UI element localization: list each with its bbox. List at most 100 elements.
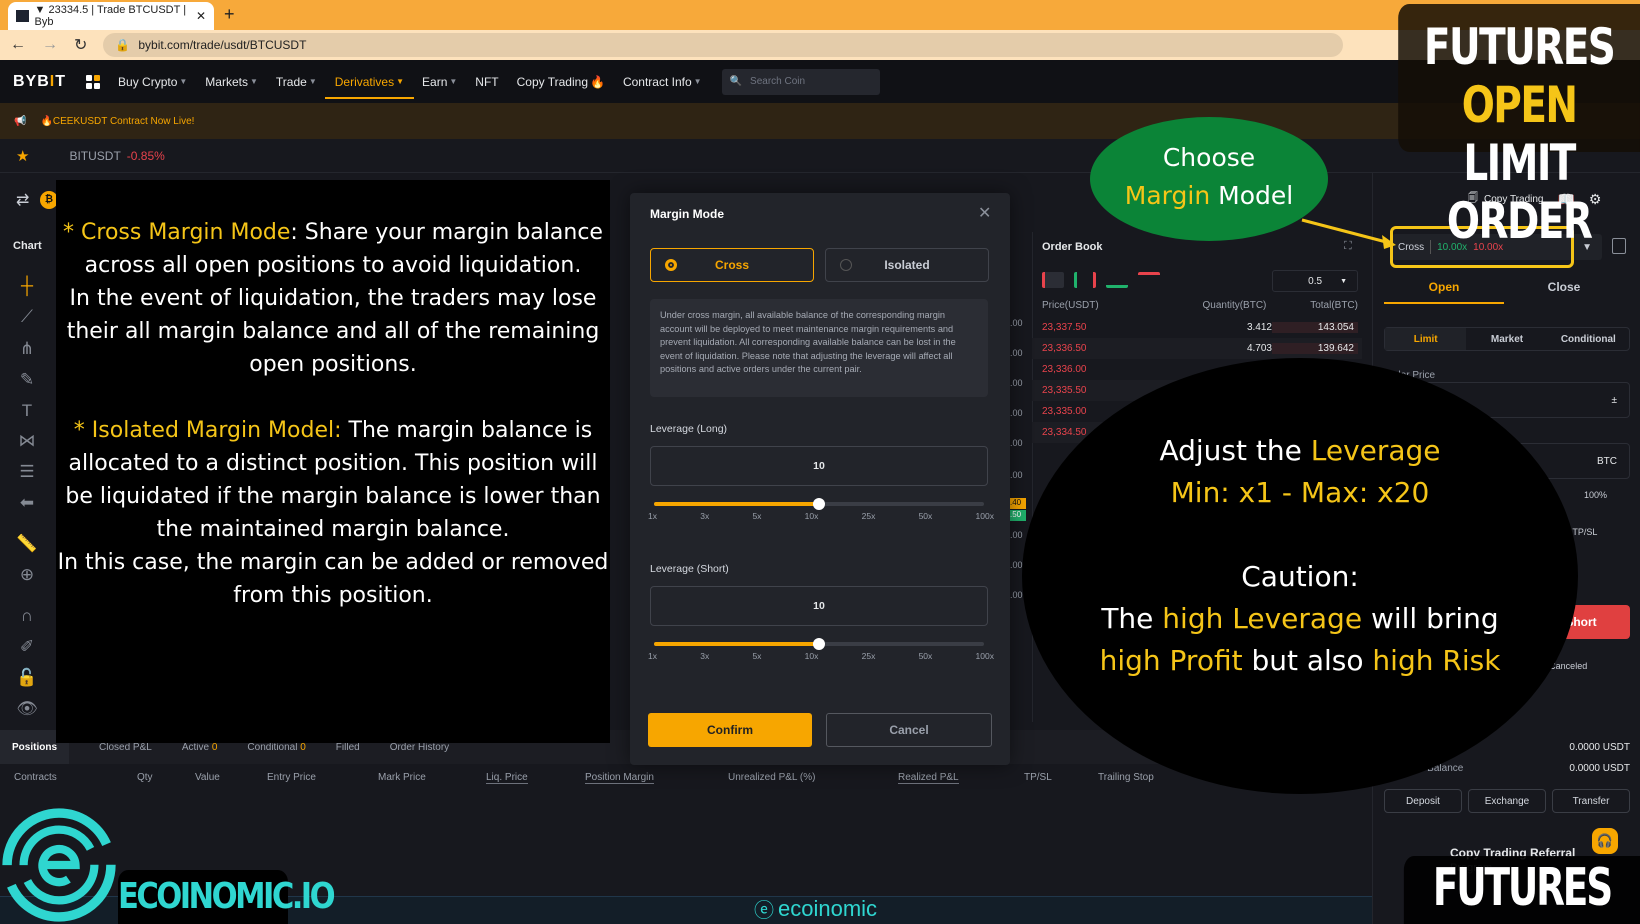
url-text: bybit.com/trade/usdt/BTCUSDT xyxy=(138,38,307,52)
tab-order-history[interactable]: Order History xyxy=(390,742,449,753)
choose-margin-callout: Choose Margin Model xyxy=(1090,117,1328,241)
transfer-button[interactable]: Transfer xyxy=(1552,789,1630,813)
leverage-long-input[interactable]: 10 xyxy=(650,446,988,486)
tick-label[interactable]: 1x xyxy=(648,511,657,521)
tick-label[interactable]: 3x xyxy=(700,651,709,661)
nav-earn[interactable]: Earn ▼ xyxy=(422,60,457,103)
search-coin-input[interactable]: 🔍 Search Coin xyxy=(721,68,880,95)
mode-description: Under cross margin, all available balanc… xyxy=(650,299,988,397)
tick-label[interactable]: 25x xyxy=(862,651,876,661)
cancel-button[interactable]: Cancel xyxy=(826,713,992,747)
announcement-text[interactable]: 🔥CEEKUSDT Contract Now Live! xyxy=(40,116,194,127)
order-book-row[interactable]: 23,336.50 4.703 139.642 xyxy=(1032,338,1362,359)
announcement-bar[interactable]: 📢 🔥CEEKUSDT Contract Now Live! xyxy=(0,103,1640,139)
view-bids-icon[interactable] xyxy=(1106,272,1128,288)
option-cross[interactable]: Cross xyxy=(650,248,814,282)
leverage-short-slider[interactable] xyxy=(654,638,984,650)
tick-label[interactable]: 10x xyxy=(805,511,819,521)
leverage-short-input[interactable]: 10 xyxy=(650,586,988,626)
tab-close[interactable]: Close xyxy=(1504,280,1624,304)
precision-select[interactable]: 0.5 ▼ xyxy=(1272,270,1358,292)
nav-markets[interactable]: Markets ▼ xyxy=(205,60,258,103)
bybit-favicon-icon xyxy=(16,10,29,22)
leverage-long-ticks: 1x 3x 5x 10x 25x 50x 100x xyxy=(648,511,994,521)
unlock-icon[interactable]: 🔓 xyxy=(16,667,38,689)
pitchfork-icon[interactable]: ⋔ xyxy=(16,338,38,360)
swap-icon[interactable]: ⇄ xyxy=(16,190,29,210)
confirm-button[interactable]: Confirm xyxy=(648,713,812,747)
tick-label[interactable]: 5x xyxy=(752,511,761,521)
text-tool-icon[interactable]: T xyxy=(16,400,38,422)
tick-label[interactable]: 50x xyxy=(919,651,933,661)
nav-buy-crypto[interactable]: Buy Crypto ▼ xyxy=(118,60,187,103)
measure-fib-icon[interactable]: ☰ xyxy=(16,461,38,483)
tab-filled[interactable]: Filled xyxy=(336,742,360,753)
back-icon[interactable]: ← xyxy=(10,36,26,54)
order-type-tabs: Limit Market Conditional xyxy=(1384,327,1630,351)
tick-label[interactable]: 100x xyxy=(976,651,994,661)
reload-icon[interactable]: ↻ xyxy=(74,35,87,55)
tick-label[interactable]: 1x xyxy=(648,651,657,661)
order-book-row[interactable]: 23,337.50 3.412 143.054 xyxy=(1032,317,1362,338)
tick-label[interactable]: 25x xyxy=(862,511,876,521)
chart-tab[interactable]: Chart xyxy=(13,240,42,252)
browser-tab[interactable]: ▼ 23334.5 | Trade BTCUSDT | Byb ✕ xyxy=(8,2,214,30)
col-realized-pnl[interactable]: Realized P&L xyxy=(898,772,959,784)
address-bar[interactable]: 🔒 bybit.com/trade/usdt/BTCUSDT xyxy=(103,33,1344,57)
option-isolated[interactable]: Isolated xyxy=(825,248,989,282)
tick-label[interactable]: 3x xyxy=(700,511,709,521)
close-icon[interactable]: ✕ xyxy=(978,203,991,223)
price-axis-label: .00 xyxy=(1010,378,1023,388)
exchange-button[interactable]: Exchange xyxy=(1468,789,1546,813)
trendline-icon[interactable]: ⟋ xyxy=(16,306,38,328)
wallet-buttons: Deposit Exchange Transfer xyxy=(1384,789,1630,813)
tab-active[interactable]: Active 0 xyxy=(182,742,218,753)
ruler-icon[interactable]: 📏 xyxy=(16,533,38,555)
price-axis-label: .00 xyxy=(1010,318,1023,328)
close-tab-icon[interactable]: ✕ xyxy=(196,9,206,23)
view-asks-icon[interactable] xyxy=(1138,272,1160,288)
nav-trade[interactable]: Trade ▼ xyxy=(276,60,317,103)
support-headset-icon[interactable]: 🎧 xyxy=(1592,828,1618,854)
nav-nft[interactable]: NFT xyxy=(475,60,498,103)
magnet-icon[interactable]: ∩ xyxy=(16,605,38,627)
tab-conditional[interactable]: Conditional xyxy=(1548,328,1629,350)
back-arrow-icon[interactable]: ⬅ xyxy=(16,492,38,514)
tick-label[interactable]: 5x xyxy=(752,651,761,661)
tab-conditional[interactable]: Conditional 0 xyxy=(247,742,305,753)
eye-icon[interactable]: 👁 xyxy=(16,698,38,720)
brand-watermark: ⓔ ecoinomic xyxy=(754,895,878,923)
star-icon[interactable]: ★ xyxy=(16,147,29,165)
col-trailing-stop: Trailing Stop xyxy=(1098,772,1154,783)
percent-100[interactable]: 100% xyxy=(1584,490,1607,500)
deposit-button[interactable]: Deposit xyxy=(1384,789,1462,813)
ecoinomic-small-icon: ⓔ xyxy=(754,900,774,922)
view-split-icon[interactable] xyxy=(1074,272,1096,288)
tab-market[interactable]: Market xyxy=(1466,328,1547,350)
bybit-logo[interactable]: BYBIT xyxy=(13,73,66,91)
tab-open[interactable]: Open xyxy=(1384,280,1504,304)
nav-contract-info[interactable]: Contract Info ▼ xyxy=(623,60,702,103)
tab-limit[interactable]: Limit xyxy=(1385,328,1467,350)
crosshair-icon[interactable]: ┼ xyxy=(16,275,38,297)
zoom-in-icon[interactable]: ⊕ xyxy=(16,564,38,586)
leverage-long-slider[interactable] xyxy=(654,498,984,510)
col-contracts[interactable]: Contracts xyxy=(14,772,57,783)
ticker-symbol[interactable]: BITUSDT xyxy=(69,149,120,163)
tick-label[interactable]: 50x xyxy=(919,511,933,521)
tick-label[interactable]: 10x xyxy=(805,651,819,661)
forward-icon[interactable]: → xyxy=(42,36,58,54)
nav-derivatives[interactable]: Derivatives ▼ xyxy=(324,60,415,103)
tab-closed-pnl[interactable]: Closed P&L xyxy=(99,742,152,753)
pencil-lock-icon[interactable]: ✐ xyxy=(16,636,38,658)
order-book-view-toggles xyxy=(1042,272,1160,288)
col-liq-price[interactable]: Liq. Price xyxy=(486,772,528,784)
col-position-margin[interactable]: Position Margin xyxy=(585,772,654,784)
pattern-icon[interactable]: ⋈ xyxy=(16,430,38,452)
brush-icon[interactable]: ✎ xyxy=(16,369,38,391)
apps-grid-icon[interactable] xyxy=(86,74,101,89)
new-tab-button[interactable]: + xyxy=(224,4,235,25)
view-both-icon[interactable] xyxy=(1042,272,1064,288)
nav-copy-trading[interactable]: Copy Trading 🔥 xyxy=(517,60,605,103)
tick-label[interactable]: 100x xyxy=(976,511,994,521)
